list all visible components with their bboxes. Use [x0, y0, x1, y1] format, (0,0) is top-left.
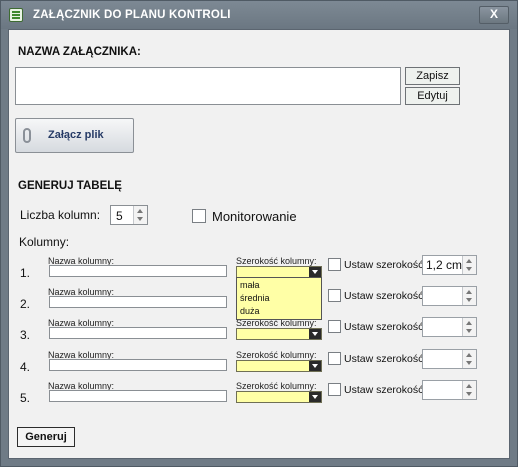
arrow-up-icon[interactable] — [466, 290, 472, 294]
paperclip-icon — [23, 128, 31, 143]
generate-table-title: GENERUJ TABELĘ — [18, 180, 122, 192]
chevron-down-icon[interactable] — [309, 392, 321, 402]
width-stepper[interactable]: 1,2 cm — [422, 255, 477, 275]
set-width-checkbox[interactable] — [328, 383, 341, 396]
dropdown-option-large[interactable]: duża — [240, 306, 260, 316]
column-count-label: Liczba kolumn: — [20, 208, 101, 222]
title-bar: ZAŁĄCZNIK DO PLANU KONTROLI X — [1, 1, 517, 29]
set-width-checkbox[interactable] — [328, 320, 341, 333]
column-width-label: Szerokość kolumny: — [236, 350, 317, 360]
attachment-name-label: NAZWA ZAŁĄCZNIKA: — [18, 46, 141, 58]
arrow-up-icon[interactable] — [466, 353, 472, 357]
row-number: 2. — [20, 297, 31, 311]
arrow-up-icon[interactable] — [466, 384, 472, 388]
generate-button[interactable]: Generuj — [17, 427, 75, 447]
width-stepper[interactable] — [422, 317, 477, 337]
dropdown-option-medium[interactable]: średnia — [240, 293, 270, 303]
attach-file-button[interactable]: Załącz plik — [15, 118, 134, 153]
arrow-down-icon[interactable] — [466, 267, 472, 271]
arrow-up-icon[interactable] — [466, 259, 472, 263]
chevron-down-icon[interactable] — [309, 329, 321, 339]
chevron-down-icon[interactable] — [309, 267, 321, 277]
row-number: 3. — [20, 328, 31, 342]
set-width-checkbox[interactable] — [328, 258, 341, 271]
set-width-label: Ustaw szerokość: — [344, 321, 427, 333]
stepper-arrows[interactable] — [462, 256, 476, 274]
set-width-checkbox[interactable] — [328, 289, 341, 302]
dialog-window: ZAŁĄCZNIK DO PLANU KONTROLI X NAZWA ZAŁĄ… — [0, 0, 518, 467]
arrow-up-icon[interactable] — [466, 321, 472, 325]
stepper-arrows[interactable] — [462, 318, 476, 336]
column-name-input[interactable] — [49, 296, 227, 308]
column-width-select[interactable] — [236, 360, 322, 372]
dropdown-option-small[interactable]: mała — [240, 280, 260, 290]
row-number: 4. — [20, 360, 31, 374]
close-button[interactable]: X — [479, 6, 509, 24]
stepper-arrows[interactable] — [462, 381, 476, 399]
width-stepper[interactable] — [422, 380, 477, 400]
window-title: ZAŁĄCZNIK DO PLANU KONTROLI — [33, 9, 231, 21]
set-width-label: Ustaw szerokość: — [344, 290, 427, 302]
column-name-input[interactable] — [49, 265, 227, 277]
save-button[interactable]: Zapisz — [405, 67, 460, 85]
column-name-input[interactable] — [49, 327, 227, 339]
set-width-label: Ustaw szerokość: — [344, 384, 427, 396]
attach-file-label: Załącz plik — [48, 129, 104, 141]
arrow-down-icon[interactable] — [466, 329, 472, 333]
set-width-checkbox[interactable] — [328, 352, 341, 365]
attachment-name-input[interactable] — [15, 67, 401, 105]
width-value: 1,2 cm — [426, 258, 463, 272]
edit-button[interactable]: Edytuj — [405, 87, 460, 105]
dialog-body: NAZWA ZAŁĄCZNIKA: Zapisz Edytuj Załącz p… — [8, 29, 510, 459]
column-name-input[interactable] — [49, 359, 227, 371]
column-width-label: Szerokość kolumny: — [236, 381, 317, 391]
arrow-down-icon[interactable] — [137, 217, 143, 221]
set-width-label: Ustaw szerokość: — [344, 259, 427, 271]
arrow-down-icon[interactable] — [466, 361, 472, 365]
column-width-dropdown-list[interactable]: mała średnia duża — [236, 277, 322, 320]
monitor-label: Monitorowanie — [212, 209, 297, 224]
columns-label: Kolumny: — [19, 235, 70, 249]
row-number: 1. — [20, 266, 31, 280]
arrow-down-icon[interactable] — [466, 392, 472, 396]
stepper-arrows[interactable] — [462, 350, 476, 368]
arrow-up-icon[interactable] — [137, 209, 143, 213]
column-width-select[interactable] — [236, 391, 322, 403]
arrow-down-icon[interactable] — [466, 298, 472, 302]
chevron-down-icon[interactable] — [309, 361, 321, 371]
column-count-stepper[interactable]: 5 — [110, 205, 148, 225]
column-width-label: Szerokość kolumny: — [236, 256, 317, 266]
width-stepper[interactable] — [422, 349, 477, 369]
column-count-value: 5 — [116, 209, 123, 223]
stepper-arrows[interactable] — [133, 206, 147, 224]
monitor-checkbox[interactable] — [192, 209, 206, 223]
set-width-label: Ustaw szerokość: — [344, 353, 427, 365]
width-stepper[interactable] — [422, 286, 477, 306]
form-icon — [9, 8, 23, 22]
column-width-select[interactable] — [236, 328, 322, 340]
stepper-arrows[interactable] — [462, 287, 476, 305]
row-number: 5. — [20, 391, 31, 405]
column-name-input[interactable] — [49, 390, 227, 402]
